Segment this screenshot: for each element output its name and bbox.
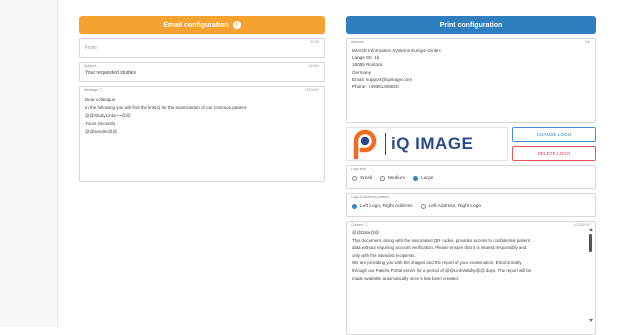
logo-size-group: Logo size Small Medium Large — [346, 165, 596, 189]
radio-button-selected[interactable] — [413, 175, 419, 181]
email-config-panel: Email configuration i 0/120 From Subject… — [79, 16, 325, 182]
address-line: 18055 Rostock — [352, 62, 383, 68]
left-gutter — [0, 0, 58, 327]
message-line: In the following you will find the link(… — [85, 105, 248, 110]
change-logo-button[interactable]: CHANGE LOGO — [512, 127, 596, 142]
content-label: Content ⓘ — [351, 223, 368, 227]
message-body: Dear colleague In the following you will… — [85, 96, 319, 136]
address-field[interactable]: Address 6/6 IMAGE Information Systems Eu… — [346, 38, 596, 123]
content-counter: 1023/4000 — [573, 223, 590, 227]
left-logo-right-address-option[interactable]: Left Logo, Right Address — [352, 203, 413, 209]
logo-buttons: CHANGE LOGO DELETE LOGO — [512, 127, 596, 161]
message-label: Message ⓘ — [84, 88, 103, 92]
radio-button[interactable] — [380, 175, 385, 181]
address-line: Email: support@iqimage.com — [352, 76, 413, 82]
logo-row: iQ IMAGE CHANGE LOGO DELETE LOGO — [346, 127, 596, 161]
content-line: through our Patient Portal server for a … — [352, 267, 532, 273]
scroll-up-icon[interactable] — [589, 228, 593, 231]
logo-position-label: Logo & Address position — [351, 195, 389, 199]
from-field[interactable]: 0/120 From — [79, 38, 325, 58]
radio-button[interactable] — [352, 175, 357, 181]
message-line: Yours sincerely — [85, 121, 116, 126]
from-placeholder: From — [85, 45, 97, 51]
logo-size-small-option[interactable]: Small — [352, 175, 372, 181]
address-label: Address — [351, 40, 364, 44]
subject-field[interactable]: Subject 22/100 Your requested studies — [79, 62, 325, 82]
content-line: data without requiring account verificat… — [352, 245, 527, 251]
print-config-title: Print configuration — [439, 21, 503, 29]
scroll-thumb[interactable] — [589, 234, 592, 252]
email-config-header: Email configuration i — [79, 16, 325, 34]
subject-value: Your requested studies — [85, 70, 136, 76]
left-logo-right-address-label: Left Logo, Right Address — [360, 203, 413, 209]
print-config-header: Print configuration — [346, 16, 596, 34]
message-field[interactable]: Message ⓘ 147/2400 Dear colleague In the… — [79, 86, 325, 182]
radio-button[interactable] — [420, 203, 426, 209]
content-scrollbar[interactable] — [589, 228, 593, 322]
address-body: IMAGE Information Systems Europe GmbH La… — [352, 47, 590, 90]
left-address-right-logo-label: Left Address, Right Logo — [428, 203, 482, 209]
delete-logo-button[interactable]: DELETE LOGO — [512, 146, 596, 161]
message-counter: 147/2400 — [304, 88, 319, 92]
logo-preview: iQ IMAGE — [346, 127, 508, 161]
left-address-right-logo-option[interactable]: Left Address, Right Logo — [420, 203, 482, 209]
iq-image-logo-icon — [353, 129, 377, 159]
logo-size-medium-option[interactable]: Medium — [380, 175, 406, 181]
address-line: Germany — [352, 69, 371, 75]
logo-position-group: Logo & Address position Left Logo, Right… — [346, 193, 596, 217]
content-line: made available automatically once it has… — [352, 275, 459, 281]
content-line: This document, along with the associated… — [352, 237, 530, 243]
logo-size-medium-label: Medium — [388, 175, 406, 181]
address-line: Lange Str. 1b — [352, 55, 380, 61]
print-config-panel: Print configuration Address 6/6 IMAGE In… — [346, 16, 596, 335]
info-icon[interactable]: i — [232, 21, 241, 29]
content-line: only with the intended recipients. — [352, 252, 416, 258]
email-config-title: Email configuration — [163, 21, 229, 29]
content-field[interactable]: Content ⓘ 1023/4000 @@Date@@ This docume… — [346, 221, 596, 335]
subject-counter: 22/100 — [308, 64, 319, 68]
address-counter: 6/6 — [585, 40, 590, 44]
logo-divider — [385, 133, 386, 155]
message-line: @@sender@@ — [85, 129, 118, 134]
app-canvas: Email configuration i 0/120 From Subject… — [0, 0, 633, 335]
scroll-down-icon[interactable] — [589, 319, 593, 322]
radio-button-selected[interactable] — [352, 203, 357, 209]
subject-label: Subject — [84, 64, 96, 68]
logo-size-large-option[interactable]: Large — [413, 175, 434, 181]
content-line: We are providing you with the images and… — [352, 260, 522, 266]
content-line: @@Date@@ — [352, 230, 380, 235]
message-line: Dear colleague — [85, 97, 116, 102]
logo-size-small-label: Small — [360, 175, 372, 181]
from-counter: 0/120 — [310, 40, 319, 44]
message-line: @@StudyLinks~~@@ — [85, 113, 131, 118]
logo-size-large-label: Large — [421, 175, 434, 181]
logo-text: iQ IMAGE — [391, 134, 474, 153]
address-line: Phone: +49381496820 — [352, 84, 399, 90]
content-body: @@Date@@ This document, along with the a… — [352, 229, 590, 282]
address-line: IMAGE Information Systems Europe GmbH — [352, 48, 441, 53]
logo-size-label: Logo size — [351, 167, 366, 171]
